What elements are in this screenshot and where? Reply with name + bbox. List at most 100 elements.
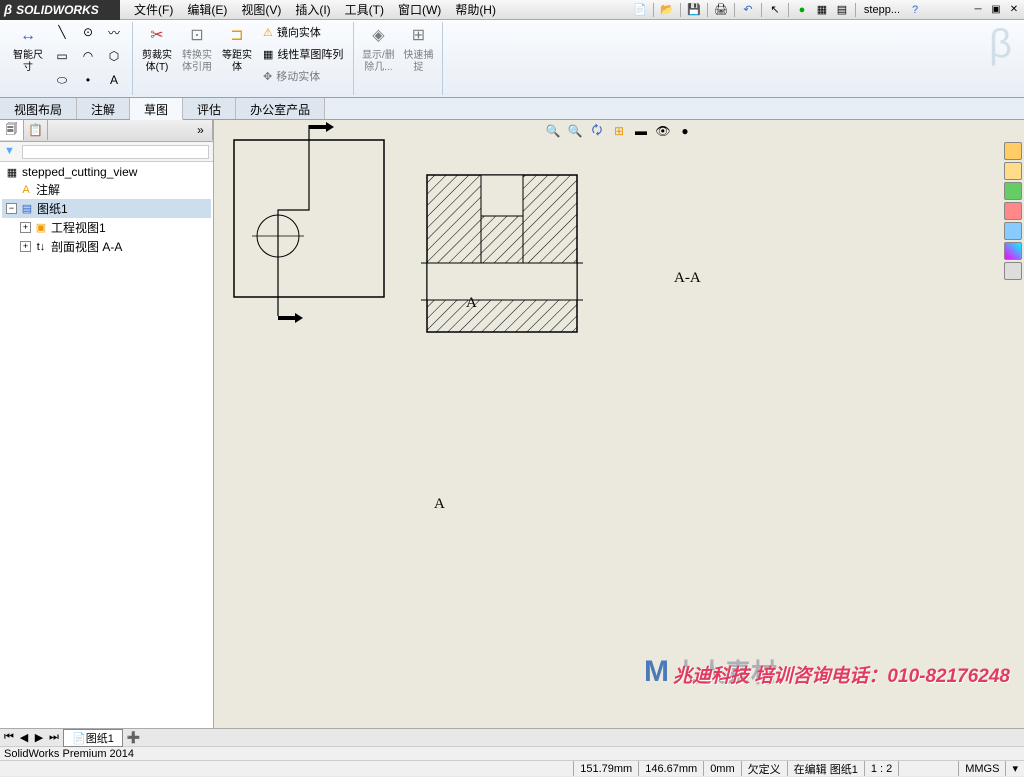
menu-help[interactable]: 帮助(H) — [449, 0, 502, 20]
zoom-area-icon[interactable]: 🔍 — [566, 122, 584, 140]
status-y: 146.67mm — [638, 761, 703, 776]
menu-file[interactable]: 文件(F) — [128, 0, 179, 20]
rebuild-icon[interactable]: ● — [793, 2, 811, 18]
status-editing[interactable]: 在编辑 图纸1 — [787, 761, 864, 776]
feature-tree: ▦ stepped_cutting_view A 注解 − ▤ 图纸1 + ▣ … — [0, 162, 213, 728]
sheet-prev-icon[interactable]: ◀ — [17, 731, 31, 744]
spline-icon[interactable]: 〰 — [102, 22, 126, 42]
minimize-icon[interactable]: ─ — [970, 2, 986, 16]
expand-icon[interactable]: + — [20, 241, 31, 252]
menu-window[interactable]: 窗口(W) — [392, 0, 447, 20]
quick-snap-button[interactable]: ⊞ 快速捕捉 — [400, 22, 436, 74]
arc-icon[interactable]: ◠ — [76, 46, 100, 66]
sheet-first-icon[interactable]: ⏮ — [2, 731, 16, 744]
resources-icon[interactable] — [1004, 142, 1022, 160]
expand-icon[interactable]: + — [20, 222, 31, 233]
view-palette-icon[interactable] — [1004, 202, 1022, 220]
status-bar: 151.79mm 146.67mm 0mm 欠定义 在编辑 图纸1 1 : 2 … — [0, 760, 1024, 776]
design-lib-icon[interactable] — [1004, 162, 1022, 180]
front-view — [214, 120, 414, 340]
pattern-button[interactable]: ▦线性草图阵列 — [259, 44, 347, 64]
options-icon[interactable]: ▦ — [813, 2, 831, 18]
sheet-tab[interactable]: 📄图纸1 — [63, 729, 123, 747]
prev-view-icon[interactable]: 🗘 — [588, 122, 606, 140]
tree-root[interactable]: ▦ stepped_cutting_view — [2, 164, 211, 180]
property-tab-icon[interactable]: 📋 — [24, 120, 48, 140]
tab-view-layout[interactable]: 视图布局 — [0, 98, 77, 119]
menu-insert[interactable]: 插入(I) — [289, 0, 336, 20]
file-explorer-icon[interactable] — [1004, 182, 1022, 200]
panel-expand-icon[interactable]: » — [189, 120, 213, 140]
menu-view[interactable]: 视图(V) — [235, 0, 287, 20]
convert-button[interactable]: ⊡ 转换实体引用 — [179, 22, 215, 74]
tree-section-view[interactable]: + t↓ 剖面视图 A-A — [2, 237, 211, 256]
trim-button[interactable]: ✂ 剪裁实体(T) — [139, 22, 175, 74]
app-logo: β SOLIDWORKS — [0, 0, 120, 20]
menu-tools[interactable]: 工具(T) — [339, 0, 390, 20]
collapse-icon[interactable]: − — [6, 203, 17, 214]
zoom-fit-icon[interactable]: 🔍 — [544, 122, 562, 140]
show-hide-icon: ◈ — [366, 24, 390, 48]
sheet-last-icon[interactable]: ⏭ — [47, 731, 61, 744]
display-style-icon[interactable]: ▬ — [632, 122, 650, 140]
print-icon[interactable]: 🖨 — [712, 2, 730, 18]
doc-props-icon[interactable]: ▤ — [833, 2, 851, 18]
appearance-icon[interactable]: ● — [676, 122, 694, 140]
new-doc-icon[interactable]: 📄 — [631, 2, 649, 18]
open-icon[interactable]: 📂 — [658, 2, 676, 18]
tab-office[interactable]: 办公室产品 — [236, 98, 325, 119]
mirror-button[interactable]: ⚠镜向实体 — [259, 22, 347, 42]
save-icon[interactable]: 💾 — [685, 2, 703, 18]
annotation-folder-icon: A — [18, 183, 34, 197]
circle-icon[interactable]: ⊙ — [76, 22, 100, 42]
feature-tree-tab-icon[interactable]: 🗐 — [0, 120, 24, 140]
filter-icon[interactable]: ▼ — [4, 145, 18, 159]
text-icon[interactable]: A — [102, 70, 126, 90]
menu-edit[interactable]: 编辑(E) — [181, 0, 233, 20]
undo-icon[interactable]: ↶ — [739, 2, 757, 18]
slot-icon[interactable]: ⬭ — [50, 70, 74, 90]
forum-icon[interactable] — [1004, 262, 1022, 280]
appearances-icon[interactable] — [1004, 222, 1022, 240]
show-hide-button[interactable]: ◈ 显示/删除几... — [360, 22, 396, 74]
tab-sketch[interactable]: 草图 — [130, 98, 183, 120]
point-icon[interactable]: • — [76, 70, 100, 90]
custom-props-icon[interactable] — [1004, 242, 1022, 260]
pattern-icon: ▦ — [263, 48, 273, 61]
maximize-icon[interactable]: ▣ — [988, 2, 1004, 16]
status-x: 151.79mm — [573, 761, 638, 776]
section-icon: t↓ — [33, 240, 49, 254]
section-marker-top: A — [466, 295, 477, 312]
polygon-icon[interactable]: ⬡ — [102, 46, 126, 66]
task-pane — [1004, 142, 1024, 280]
smart-dimension-button[interactable]: ↔ 智能尺寸 — [10, 22, 46, 74]
section-view-icon[interactable]: ⊞ — [610, 122, 628, 140]
drawing-canvas[interactable]: 🔍 🔍 🗘 ⊞ ▬ 👁 ● A A — [214, 120, 1024, 728]
ribbon-group-edit: ✂ 剪裁实体(T) ⊡ 转换实体引用 ⊐ 等距实体 ⚠镜向实体 ▦线性草图阵列 … — [133, 22, 354, 95]
close-icon[interactable]: ✕ — [1006, 2, 1022, 16]
status-extra-icon[interactable]: ▾ — [1005, 761, 1024, 776]
section-view — [417, 170, 607, 340]
help-icon[interactable]: ? — [906, 2, 924, 18]
convert-icon: ⊡ — [185, 24, 209, 48]
doc-name: stepp... — [860, 4, 904, 16]
panel-tabs: 🗐 📋 » — [0, 120, 213, 142]
status-units[interactable]: MMGS — [958, 761, 1005, 776]
sheet-tab-bar: ⏮ ◀ ▶ ⏭ 📄图纸1 ➕ — [0, 728, 1024, 746]
status-scale[interactable]: 1 : 2 — [864, 761, 898, 776]
tab-evaluate[interactable]: 评估 — [183, 98, 236, 119]
select-icon[interactable]: ↖ — [766, 2, 784, 18]
move-button[interactable]: ✥移动实体 — [259, 66, 347, 86]
tree-annotations[interactable]: A 注解 — [2, 180, 211, 199]
tree-sheet[interactable]: − ▤ 图纸1 — [2, 199, 211, 218]
offset-button[interactable]: ⊐ 等距实体 — [219, 22, 255, 74]
ribbon-group-dimension: ↔ 智能尺寸 ╲ ⊙ 〰 ▭ ◠ ⬡ ⬭ • A — [4, 22, 133, 95]
add-sheet-icon[interactable]: ➕ — [123, 731, 145, 744]
sheet-next-icon[interactable]: ▶ — [32, 731, 46, 744]
rect-icon[interactable]: ▭ — [50, 46, 74, 66]
filter-input[interactable] — [22, 145, 209, 159]
line-icon[interactable]: ╲ — [50, 22, 74, 42]
tab-annotation[interactable]: 注解 — [77, 98, 130, 119]
tree-drawing-view[interactable]: + ▣ 工程视图1 — [2, 218, 211, 237]
hide-show-icon[interactable]: 👁 — [654, 122, 672, 140]
